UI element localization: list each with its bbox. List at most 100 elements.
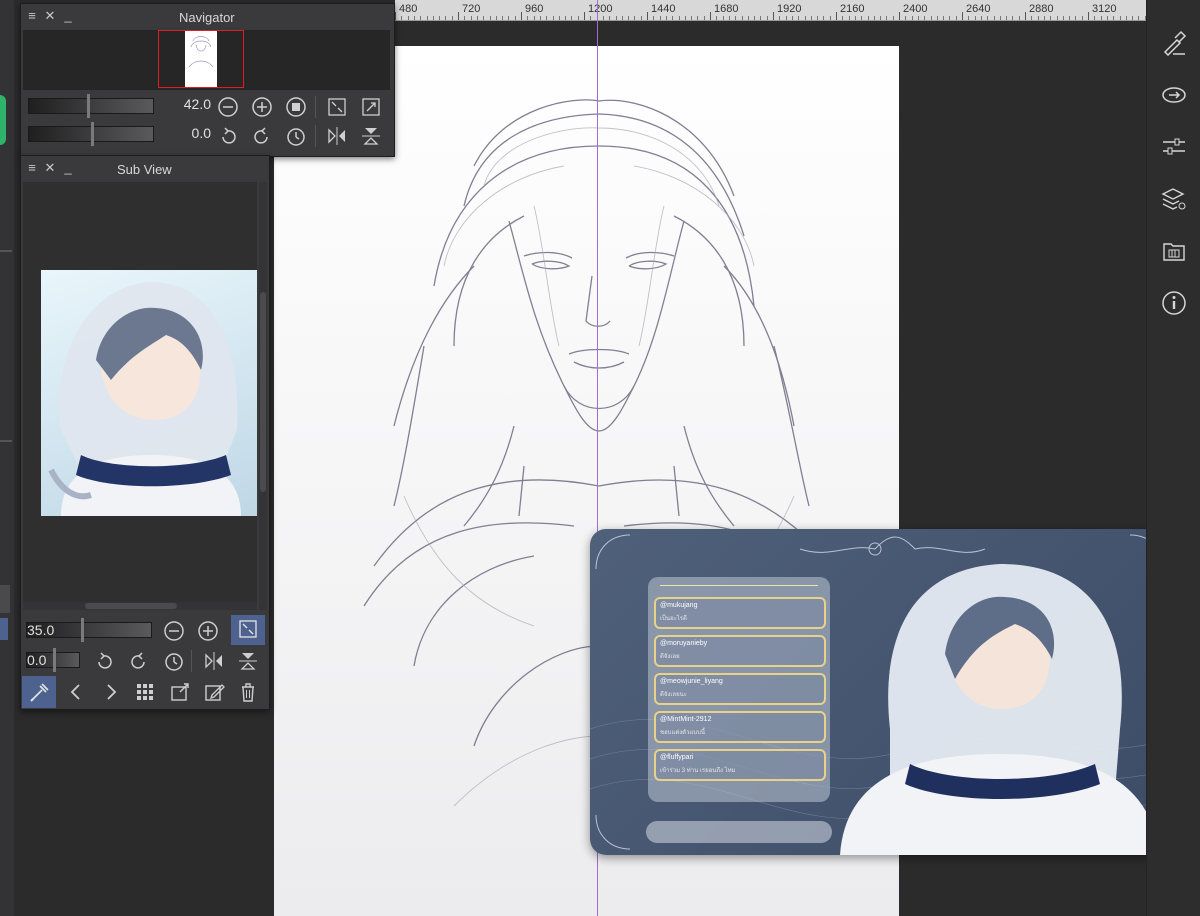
ruler-label: 720 — [462, 3, 481, 15]
ruler-tick — [476, 16, 478, 20]
menu-icon[interactable]: ≡ — [25, 161, 39, 175]
right-toolbar — [1146, 0, 1200, 916]
ruler-label: 2160 — [840, 3, 865, 15]
navigator-preview[interactable] — [23, 30, 390, 90]
grid-icon[interactable] — [134, 681, 156, 703]
ruler-label: 3120 — [1092, 3, 1117, 15]
ruler-tick — [647, 12, 648, 20]
comment-text: ดีจังเลย — [660, 654, 680, 660]
ruler-tick — [451, 16, 453, 20]
ruler-tick — [1043, 16, 1045, 20]
previous-icon[interactable] — [65, 681, 87, 703]
edit-icon[interactable] — [203, 681, 225, 703]
eyedropper-button[interactable] — [22, 676, 56, 708]
import-image-icon[interactable] — [169, 681, 191, 703]
flip-vertical-icon[interactable] — [237, 650, 259, 672]
selected-tab[interactable] — [0, 618, 8, 640]
color-indicator[interactable] — [0, 95, 6, 145]
comment-item[interactable]: @MintMint-2912 ชอบแต่งตัวแบบนี้ — [654, 711, 826, 743]
ruler-tick — [590, 16, 592, 20]
layers-icon[interactable] — [1161, 186, 1187, 212]
fit-screen-icon[interactable] — [326, 96, 348, 118]
ruler-tick — [571, 16, 573, 20]
comment-item[interactable]: @meowjunie_liyang ดีจังเลยนะ — [654, 673, 826, 705]
reset-rotation-icon[interactable] — [163, 650, 185, 672]
next-icon[interactable] — [100, 681, 122, 703]
ruler-tick — [993, 16, 995, 20]
ruler-tick — [817, 16, 819, 20]
comment-input[interactable] — [646, 821, 832, 843]
rotation-slider[interactable] — [28, 122, 154, 146]
gallery-icon[interactable] — [1161, 238, 1187, 264]
flip-horizontal-icon[interactable] — [326, 125, 348, 147]
ruler-tick — [924, 16, 926, 20]
rotate-left-icon[interactable] — [217, 125, 239, 147]
ruler-tick — [754, 16, 756, 20]
minimize-icon[interactable]: _ — [61, 161, 75, 175]
actual-size-icon[interactable] — [285, 96, 307, 118]
ruler-tick — [489, 16, 491, 20]
fit-view-button[interactable] — [231, 615, 265, 645]
collapse-tab[interactable] — [0, 585, 10, 613]
zoom-slider[interactable] — [28, 94, 154, 118]
ruler-tick — [968, 16, 970, 20]
ruler-label: 1440 — [651, 3, 676, 15]
slider-handle[interactable] — [81, 618, 84, 642]
fit-width-icon[interactable] — [360, 96, 382, 118]
rotation-value[interactable]: 0.0 — [161, 125, 211, 141]
comment-user: @MintMint-2912 — [660, 716, 712, 723]
menu-icon[interactable]: ≡ — [25, 9, 39, 23]
ruler-tick — [791, 16, 793, 20]
viewport-indicator[interactable] — [158, 30, 244, 88]
ruler-tick — [672, 16, 674, 20]
info-icon[interactable] — [1161, 290, 1187, 316]
ruler-tick — [880, 16, 882, 20]
ruler-tick — [615, 16, 617, 20]
zoom-in-icon[interactable] — [197, 620, 219, 642]
reset-rotation-icon[interactable] — [285, 125, 307, 147]
comment-list: @mukujang เป็นอะไรดี @moruyanieby ดีจังเ… — [648, 577, 830, 802]
subview-titlebar[interactable]: ≡ ✕ _ Sub View — [21, 156, 269, 182]
zoom-out-icon[interactable] — [163, 620, 185, 642]
navigator-titlebar[interactable]: ≡ ✕ _ Navigator — [21, 4, 394, 30]
flip-horizontal-icon[interactable] — [203, 650, 225, 672]
ruler-tick — [854, 16, 856, 20]
ruler-label: 1920 — [777, 3, 802, 15]
slider-handle[interactable] — [87, 94, 90, 118]
adjust-sliders-icon[interactable] — [1161, 134, 1187, 160]
zoom-value[interactable]: 42.0 — [161, 96, 211, 112]
zoom-in-icon[interactable] — [251, 96, 273, 118]
subview-area[interactable] — [23, 182, 257, 610]
rotate-right-icon[interactable] — [128, 650, 150, 672]
brush-settings-icon[interactable] — [1161, 30, 1187, 57]
close-icon[interactable]: ✕ — [43, 161, 57, 175]
comment-item[interactable]: @moruyanieby ดีจังเลย — [654, 635, 826, 667]
ruler-label: 960 — [525, 3, 544, 15]
ruler-tick — [974, 16, 976, 20]
delete-icon[interactable] — [237, 681, 259, 703]
comment-item[interactable]: @mukujang เป็นอะไรดี — [654, 597, 826, 629]
rotate-right-icon[interactable] — [251, 125, 273, 147]
sync-icon[interactable] — [1161, 82, 1187, 108]
minimize-icon[interactable]: _ — [61, 9, 75, 23]
ruler-tick — [766, 16, 768, 20]
ruler-tick — [773, 12, 774, 20]
close-icon[interactable]: ✕ — [43, 9, 57, 23]
zoom-value[interactable]: 35.0 — [27, 622, 67, 638]
stream-overlay-card[interactable]: @mukujang เป็นอะไรดี @moruyanieby ดีจังเ… — [590, 529, 1170, 855]
ruler-tick — [779, 16, 781, 20]
rotation-value[interactable]: 0.0 — [27, 652, 67, 668]
scroll-thumb[interactable] — [260, 292, 266, 492]
left-dock-strip — [0, 0, 14, 916]
rotate-left-icon[interactable] — [93, 650, 115, 672]
comment-item[interactable]: @fluffypari เข้าร่วม 3 ท่าน เรยอนถึง ไหม — [654, 749, 826, 781]
horizontal-scrollbar[interactable] — [23, 602, 257, 610]
reference-image[interactable] — [41, 270, 257, 516]
flip-vertical-icon[interactable] — [360, 125, 382, 147]
slider-handle[interactable] — [91, 122, 94, 146]
zoom-out-icon[interactable] — [217, 96, 239, 118]
ruler-tick — [584, 12, 585, 20]
vertical-scrollbar[interactable] — [259, 182, 267, 610]
scroll-thumb[interactable] — [85, 603, 177, 609]
ruler-tick — [930, 16, 932, 20]
